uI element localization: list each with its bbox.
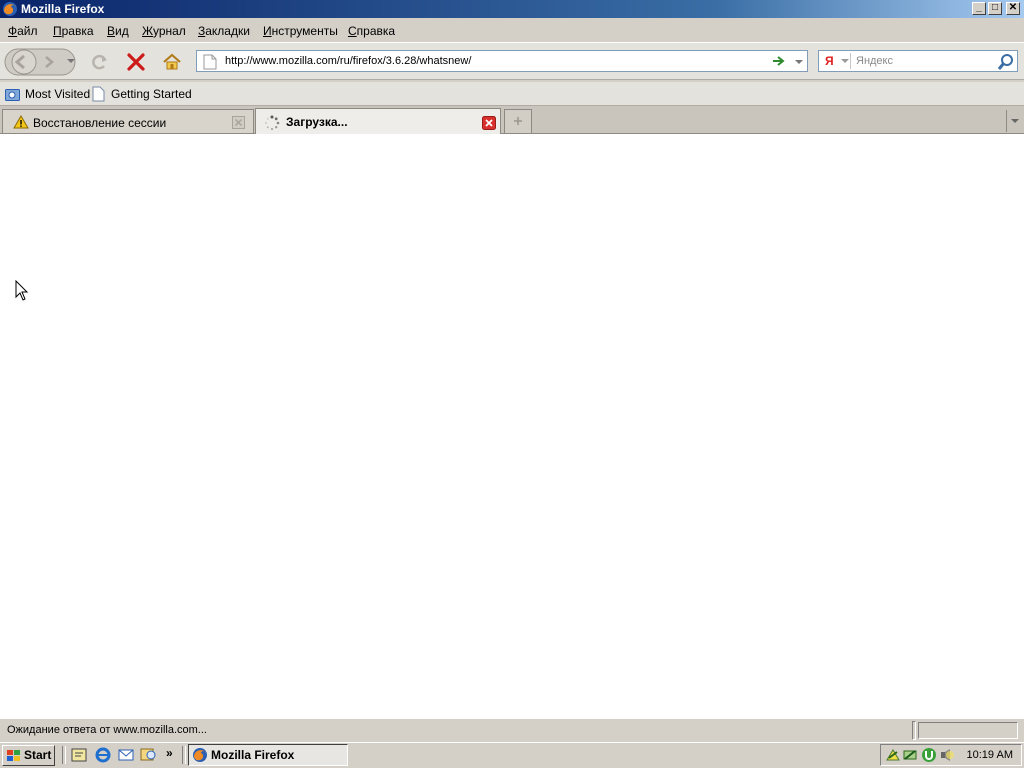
chevron-down-icon	[841, 59, 849, 63]
taskbar-grip	[182, 746, 186, 764]
start-label: Start	[24, 748, 52, 762]
url-dropdown-icon[interactable]	[794, 59, 804, 65]
menu-file[interactable]: Файл	[8, 24, 38, 38]
bookmarks-toolbar: Most Visited Getting Started	[0, 82, 1024, 106]
status-text: Ожидание ответа от www.mozilla.com...	[7, 724, 207, 736]
close-tab-icon[interactable]	[482, 116, 496, 130]
taskbar-firefox-button[interactable]: Mozilla Firefox	[188, 744, 348, 766]
tab-label: Восстановление сессии	[33, 116, 167, 130]
quicklaunch-grip	[62, 746, 66, 764]
plus-icon	[514, 117, 522, 125]
tab-loading[interactable]: Загрузка...	[255, 108, 501, 134]
loading-spinner-icon	[265, 115, 280, 131]
system-tray: 10:19 AM	[880, 744, 1022, 766]
search-explorer-icon[interactable]	[140, 746, 158, 764]
search-icon[interactable]	[997, 53, 1015, 71]
bookmark-getting-started[interactable]: Getting Started	[111, 87, 192, 101]
forward-arrow-icon[interactable]	[40, 54, 58, 70]
tab-label: Загрузка...	[286, 115, 348, 129]
url-bar[interactable]: http://www.mozilla.com/ru/firefox/3.6.28…	[196, 50, 808, 72]
menu-bookmarks[interactable]: Закладки	[198, 24, 250, 38]
search-engine-selector[interactable]: Я	[822, 53, 851, 69]
page-icon	[203, 54, 217, 70]
internet-explorer-icon[interactable]	[94, 746, 112, 764]
mouse-cursor-icon	[15, 280, 29, 301]
stop-icon[interactable]	[126, 52, 146, 72]
taskbar-window-label: Mozilla Firefox	[211, 748, 295, 762]
home-icon[interactable]	[162, 52, 182, 72]
menu-history[interactable]: Журнал	[142, 24, 186, 38]
new-tab-button[interactable]	[504, 109, 532, 133]
quicklaunch-more[interactable]: »	[166, 746, 173, 760]
history-dropdown-icon[interactable]	[66, 57, 76, 65]
back-arrow-icon[interactable]	[10, 52, 32, 72]
go-arrow-icon[interactable]	[772, 55, 786, 67]
tab-list-button[interactable]	[1006, 110, 1022, 132]
minimize-button[interactable]: _	[972, 2, 986, 15]
network-icon[interactable]	[885, 747, 901, 763]
search-input[interactable]: Яндекс	[856, 55, 893, 67]
tab-strip: Восстановление сессии Загрузка...	[0, 106, 1024, 134]
chevron-down-icon	[1011, 119, 1019, 123]
network-connection-icon[interactable]	[902, 747, 918, 763]
close-button[interactable]: ✕	[1006, 2, 1020, 15]
outlook-express-icon[interactable]	[117, 746, 135, 764]
progress-meter	[918, 722, 1018, 739]
clock: 10:19 AM	[966, 749, 1013, 761]
warning-icon	[13, 115, 29, 129]
menu-bar: Файл Правка Вид Журнал Закладки Инструме…	[0, 20, 1024, 42]
menu-tools[interactable]: Инструменты	[263, 24, 338, 38]
getting-started-page-icon	[92, 86, 105, 102]
reload-icon[interactable]	[90, 52, 110, 72]
utorrent-icon[interactable]	[921, 747, 937, 763]
bookmark-most-visited[interactable]: Most Visited	[25, 87, 90, 101]
firefox-icon	[193, 748, 207, 762]
page-content[interactable]	[0, 134, 1024, 718]
close-tab-icon[interactable]	[232, 116, 245, 129]
status-divider	[912, 721, 916, 740]
url-text[interactable]: http://www.mozilla.com/ru/firefox/3.6.28…	[225, 55, 471, 67]
menu-view[interactable]: Вид	[107, 24, 129, 38]
show-desktop-icon[interactable]	[70, 746, 88, 764]
search-bar[interactable]: Я Яндекс	[818, 50, 1018, 72]
menu-help[interactable]: Справка	[348, 24, 395, 38]
windows-logo-icon	[7, 750, 20, 761]
window-title: Mozilla Firefox	[21, 2, 105, 16]
menu-edit[interactable]: Правка	[53, 24, 94, 38]
tab-session-restore[interactable]: Восстановление сессии	[2, 109, 254, 133]
start-button[interactable]: Start	[2, 745, 55, 766]
maximize-button[interactable]: □	[988, 2, 1002, 15]
status-bar: Ожидание ответа от www.mozilla.com...	[0, 718, 1024, 742]
title-bar: Mozilla Firefox _ □ ✕	[0, 0, 1024, 18]
firefox-icon	[3, 2, 17, 16]
yandex-icon: Я	[825, 54, 834, 68]
most-visited-folder-icon	[5, 89, 20, 101]
volume-icon[interactable]	[939, 747, 955, 763]
